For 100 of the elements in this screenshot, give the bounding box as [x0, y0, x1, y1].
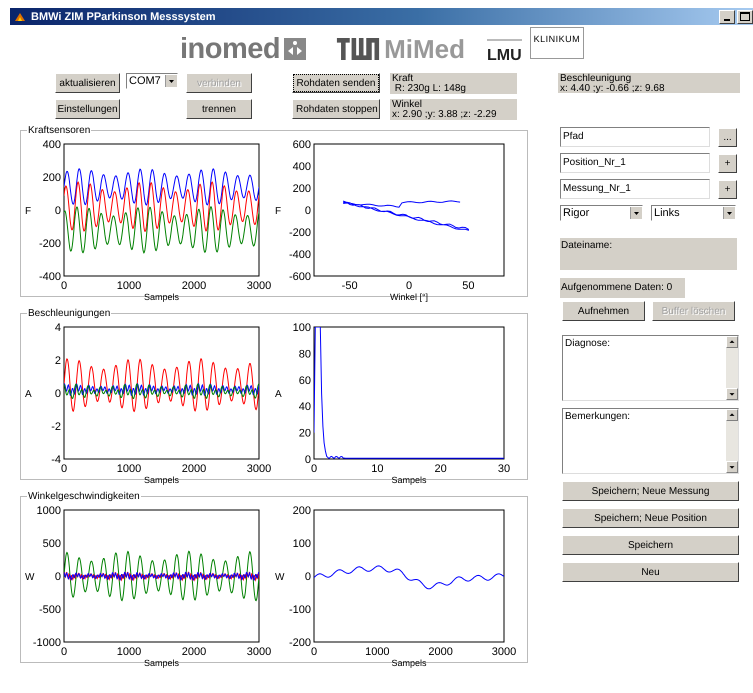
- tick-label: -4: [51, 454, 61, 466]
- tick-label: 0: [60, 280, 68, 292]
- app-icon: [14, 10, 26, 22]
- text-field[interactable]: Pfad: [560, 127, 710, 147]
- tick-label: 600: [292, 139, 311, 151]
- minimize-button[interactable]: [719, 10, 735, 24]
- tick-label: 30: [498, 463, 510, 475]
- small-button[interactable]: +: [718, 180, 737, 198]
- window-title: BMWi ZIM PParkinson Messsystem: [31, 10, 216, 22]
- tick-label: -50: [342, 280, 358, 292]
- axis-label: Sampels: [392, 475, 426, 485]
- klinikum-logo: KLINIKUM: [530, 27, 584, 59]
- type-dropdown[interactable]: Rigor: [560, 205, 643, 221]
- tick-label: 80: [298, 348, 311, 360]
- save-button[interactable]: Speichern; Neue Messung: [562, 481, 739, 501]
- inomed-mark-icon: [284, 38, 306, 60]
- save-button[interactable]: Speichern: [562, 535, 739, 555]
- tick-label: 500: [42, 538, 61, 550]
- tick-label: 2: [54, 355, 61, 367]
- scroll-down-icon[interactable]: [726, 461, 738, 473]
- tick-label: 3000: [492, 646, 516, 658]
- scrollbar[interactable]: [726, 409, 738, 473]
- tick-label: 10: [371, 463, 384, 475]
- tick-label: 1000: [365, 646, 390, 658]
- readout-title: Winkel: [392, 100, 424, 110]
- tick-label: 2000: [428, 646, 453, 658]
- scroll-down-icon[interactable]: [726, 388, 738, 400]
- tick-label: 1000: [116, 280, 142, 292]
- small-button[interactable]: ...: [718, 128, 737, 146]
- scroll-up-icon[interactable]: [726, 336, 738, 348]
- recorded-data-label: Aufgenommene Daten: 0: [560, 278, 685, 298]
- send-raw-data-button[interactable]: Rohdaten senden: [292, 73, 380, 93]
- axis-label: Winkel [°]: [390, 292, 428, 302]
- readout-value: x: 4.40 ;y: -0.66 ;z: 9.68: [560, 84, 666, 94]
- axis-label: A: [25, 389, 32, 400]
- tick-label: 1000: [116, 646, 142, 658]
- tick-label: -400: [38, 271, 61, 283]
- tick-label: 3000: [246, 463, 272, 475]
- tick-label: -600: [288, 271, 311, 283]
- tick-label: -100: [288, 604, 311, 616]
- small-button[interactable]: +: [718, 154, 737, 172]
- lmu-logo: LMU: [487, 39, 522, 65]
- tick-label: 100: [292, 538, 311, 550]
- tick-label: -1000: [32, 637, 61, 649]
- scroll-up-icon[interactable]: [726, 409, 738, 421]
- tick-label: 0: [54, 388, 61, 400]
- save-button[interactable]: Speichern; Neue Position: [562, 508, 739, 528]
- tick-label: -2: [51, 421, 61, 433]
- panel-title: Kraftsensoren: [27, 125, 92, 136]
- tick-label: 1000: [36, 505, 61, 517]
- stop-raw-data-button[interactable]: Rohdaten stoppen: [292, 99, 380, 119]
- readout-title: Beschleunigung: [560, 74, 632, 84]
- readout-value: R: 230g L: 148g: [394, 84, 467, 94]
- settings-button[interactable]: Einstellungen: [55, 99, 120, 119]
- tick-label: 100: [292, 322, 311, 334]
- save-button[interactable]: Neu: [562, 562, 739, 582]
- readout-title: Kraft: [392, 74, 414, 84]
- readout-value: x: 2.90 ;y: 3.88 ;z: -2.29: [392, 110, 498, 120]
- inomed-logo: inomed: [180, 32, 280, 66]
- disconnect-button[interactable]: trennen: [186, 99, 252, 119]
- tick-label: 400: [292, 161, 311, 173]
- tick-label: 0: [304, 454, 311, 466]
- tick-label: 0: [60, 463, 68, 475]
- tick-label: 0: [60, 646, 68, 658]
- tick-label: 0: [406, 280, 412, 292]
- tick-label: 0: [310, 463, 318, 475]
- tick-label: -200: [288, 637, 311, 649]
- mimed-logo: MiMed: [384, 34, 466, 64]
- tum-logo-icon: [336, 38, 380, 60]
- scrollbar[interactable]: [726, 336, 738, 400]
- tick-label: -400: [288, 249, 311, 261]
- axis-label: A: [275, 389, 282, 400]
- panel-title: Winkelgeschwindigkeiten: [27, 491, 141, 502]
- maximize-button[interactable]: [737, 10, 753, 24]
- tick-label: 2000: [182, 280, 206, 292]
- text-field[interactable]: Messung_Nr_1: [560, 179, 710, 199]
- tick-label: 1000: [116, 463, 142, 475]
- tick-label: 200: [292, 183, 311, 195]
- tick-label: 0: [304, 205, 311, 217]
- axis-label: Sampels: [144, 475, 179, 485]
- filename-panel: Dateiname:: [560, 238, 737, 270]
- axis-label: Sampels: [144, 292, 179, 302]
- side-dropdown[interactable]: Links: [651, 205, 736, 221]
- tick-label: 2000: [182, 646, 206, 658]
- port-dropdown[interactable]: COM7: [126, 73, 178, 89]
- axis-label: W: [275, 572, 284, 583]
- tick-label: 0: [54, 205, 61, 217]
- tick-label: 3000: [246, 280, 272, 292]
- tick-label: 20: [298, 428, 311, 440]
- tick-label: 200: [292, 505, 311, 517]
- tick-label: 200: [42, 172, 61, 184]
- tick-label: 2000: [182, 463, 206, 475]
- tick-label: 50: [462, 280, 474, 292]
- tick-label: 60: [298, 374, 311, 387]
- axis-label: F: [25, 206, 32, 217]
- record-button[interactable]: Aufnehmen: [562, 301, 645, 321]
- axis-label: F: [275, 206, 282, 217]
- text-field[interactable]: Position_Nr_1: [560, 153, 710, 173]
- tick-label: 4: [54, 322, 61, 334]
- refresh-button[interactable]: aktualisieren: [55, 73, 120, 93]
